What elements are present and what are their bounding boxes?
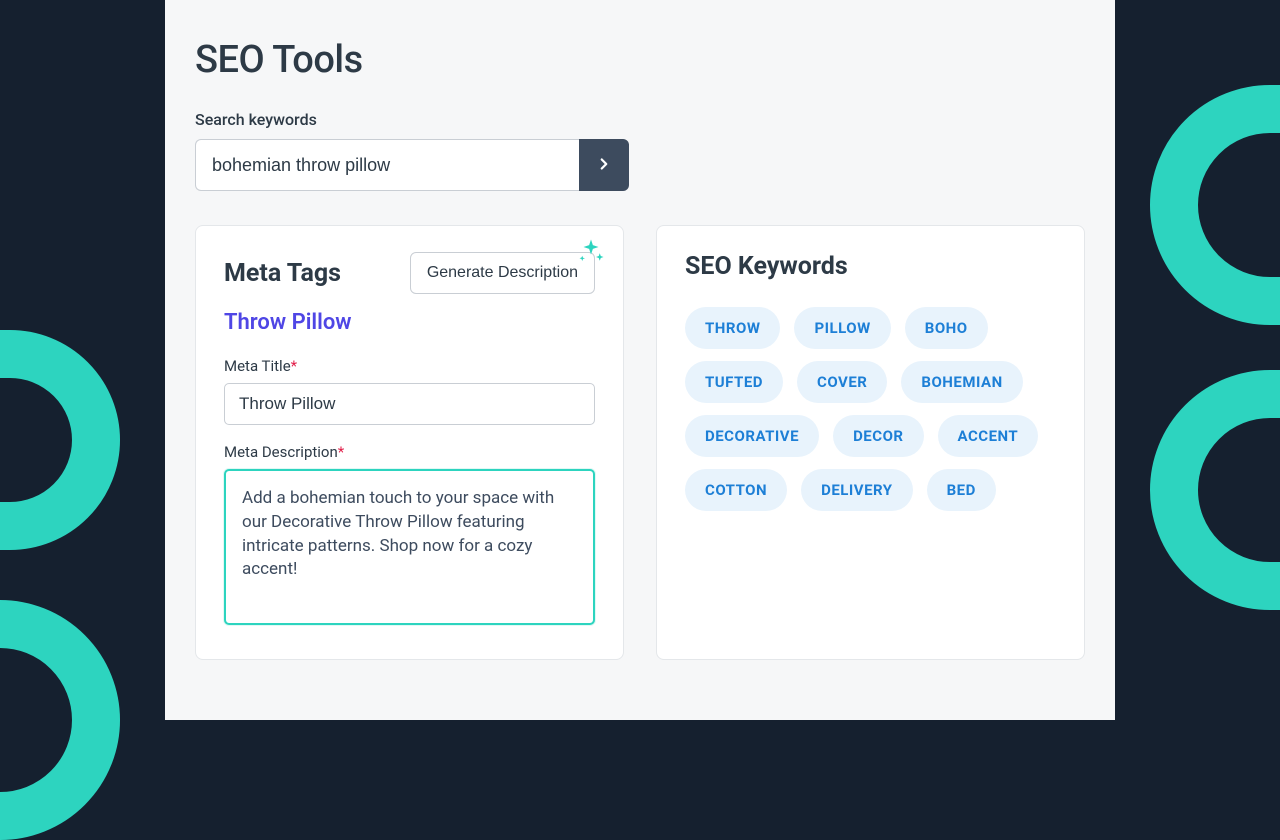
keyword-chip[interactable]: TUFTED — [685, 361, 783, 403]
keywords-panel-title: SEO Keywords — [685, 252, 1056, 281]
keyword-chip[interactable]: BOHO — [905, 307, 988, 349]
keyword-chip[interactable]: BED — [927, 469, 996, 511]
meta-tags-panel: Meta Tags Generate Description Throw Pil… — [195, 225, 624, 660]
search-row — [195, 139, 629, 191]
meta-title-input[interactable] — [224, 383, 595, 425]
bg-shape — [0, 600, 120, 840]
keyword-chip[interactable]: DELIVERY — [801, 469, 912, 511]
bg-shape — [1150, 370, 1280, 610]
meta-description-label: Meta Description* — [224, 443, 595, 461]
keywords-list: THROWPILLOWBOHOTUFTEDCOVERBOHEMIANDECORA… — [685, 307, 1056, 511]
keyword-chip[interactable]: PILLOW — [794, 307, 890, 349]
meta-description-textarea[interactable] — [224, 469, 595, 625]
seo-keywords-panel: SEO Keywords THROW PILLOW BOHO TUFTED COVER B… — [656, 225, 1085, 660]
chevron-right-icon — [595, 155, 613, 176]
keyword-chip[interactable]: DECOR — [833, 415, 923, 457]
search-submit-button[interactable] — [579, 139, 629, 191]
generate-description-label: Generate Description — [427, 264, 578, 281]
bg-shape — [1150, 85, 1280, 325]
keyword-chip[interactable]: COVER — [797, 361, 887, 403]
product-name: Throw Pillow — [224, 310, 595, 335]
page-title: SEO Tools — [195, 38, 1085, 82]
meta-title-label: Meta Title* — [224, 357, 595, 375]
search-input[interactable] — [195, 139, 579, 191]
keyword-chip[interactable]: BOHEMIAN — [901, 361, 1022, 403]
keyword-chip[interactable]: DECORATIVE — [685, 415, 819, 457]
keyword-chip[interactable]: COTTON — [685, 469, 787, 511]
sparkle-icon — [576, 237, 606, 272]
meta-panel-title: Meta Tags — [224, 259, 341, 288]
keyword-chip[interactable]: THROW — [685, 307, 780, 349]
bg-shape — [0, 330, 120, 550]
app-card: SEO Tools Search keywords Meta Tags Gene… — [165, 0, 1115, 720]
keyword-chip[interactable]: ACCENT — [938, 415, 1039, 457]
search-label: Search keywords — [195, 110, 1085, 129]
generate-description-button[interactable]: Generate Description — [410, 252, 595, 294]
